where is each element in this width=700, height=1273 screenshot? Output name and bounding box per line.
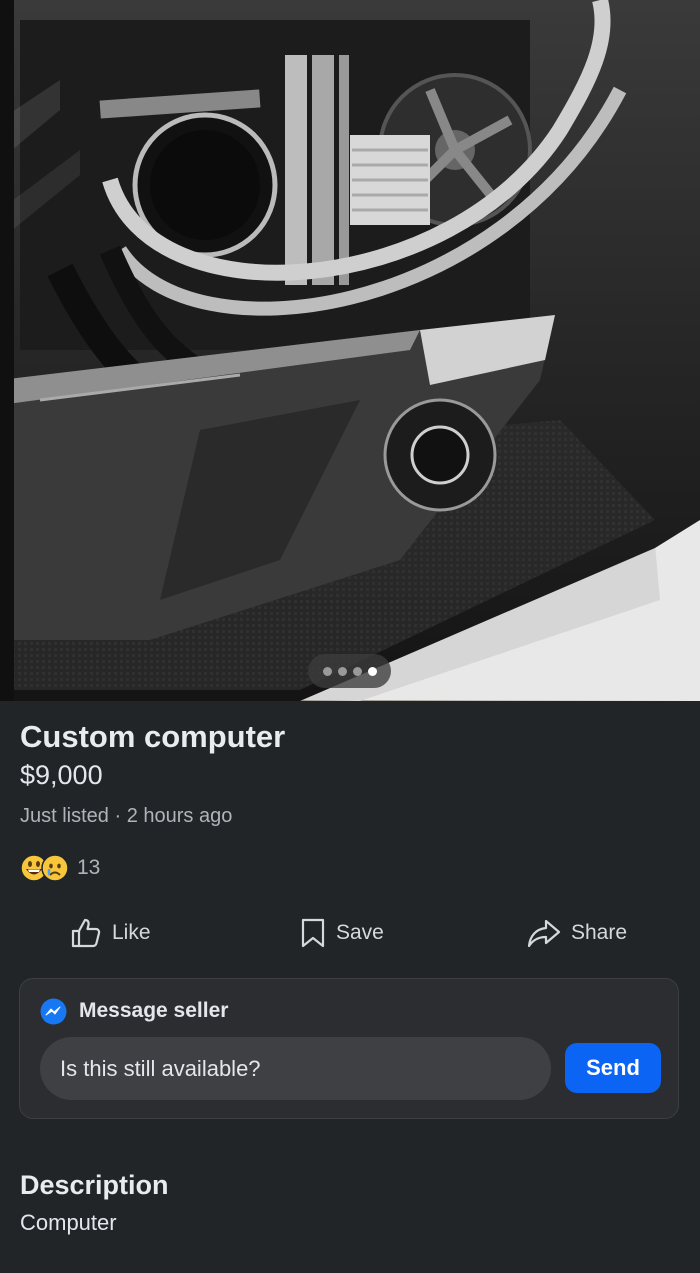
description-text: Computer: [20, 1210, 117, 1235]
like-button[interactable]: Like: [70, 914, 151, 952]
like-label: Like: [112, 921, 151, 944]
listing-price: $9,000: [20, 760, 103, 790]
reaction-count: 13: [77, 856, 101, 879]
reactions[interactable]: 13: [20, 852, 100, 884]
send-button[interactable]: Send: [565, 1043, 661, 1093]
thumbs-up-icon: [71, 918, 101, 948]
pc-case-photo: [0, 0, 700, 701]
listing-meta: Just listed · 2 hours ago: [20, 805, 233, 827]
message-seller-header: Message seller: [40, 997, 228, 1025]
description-heading: Description: [20, 1170, 169, 1200]
message-seller-title: Message seller: [79, 999, 229, 1022]
photo-pagination[interactable]: [308, 654, 391, 688]
pagination-dot[interactable]: [337, 666, 347, 676]
message-input[interactable]: [40, 1037, 551, 1100]
messenger-icon: [40, 998, 67, 1024]
share-button[interactable]: Share: [527, 914, 627, 952]
save-label: Save: [336, 921, 384, 944]
message-seller-card: Message seller Send: [19, 978, 679, 1119]
share-arrow-icon: [527, 919, 561, 948]
listing-title: Custom computer: [20, 719, 286, 754]
share-label: Share: [571, 921, 628, 944]
pagination-dot-active[interactable]: [367, 666, 377, 676]
save-button[interactable]: Save: [300, 914, 384, 952]
listing-photo[interactable]: [0, 0, 700, 701]
sad-face-emoji: [41, 854, 69, 882]
pagination-dot[interactable]: [352, 666, 362, 676]
bookmark-icon: [301, 918, 325, 948]
pagination-dot[interactable]: [322, 666, 332, 676]
